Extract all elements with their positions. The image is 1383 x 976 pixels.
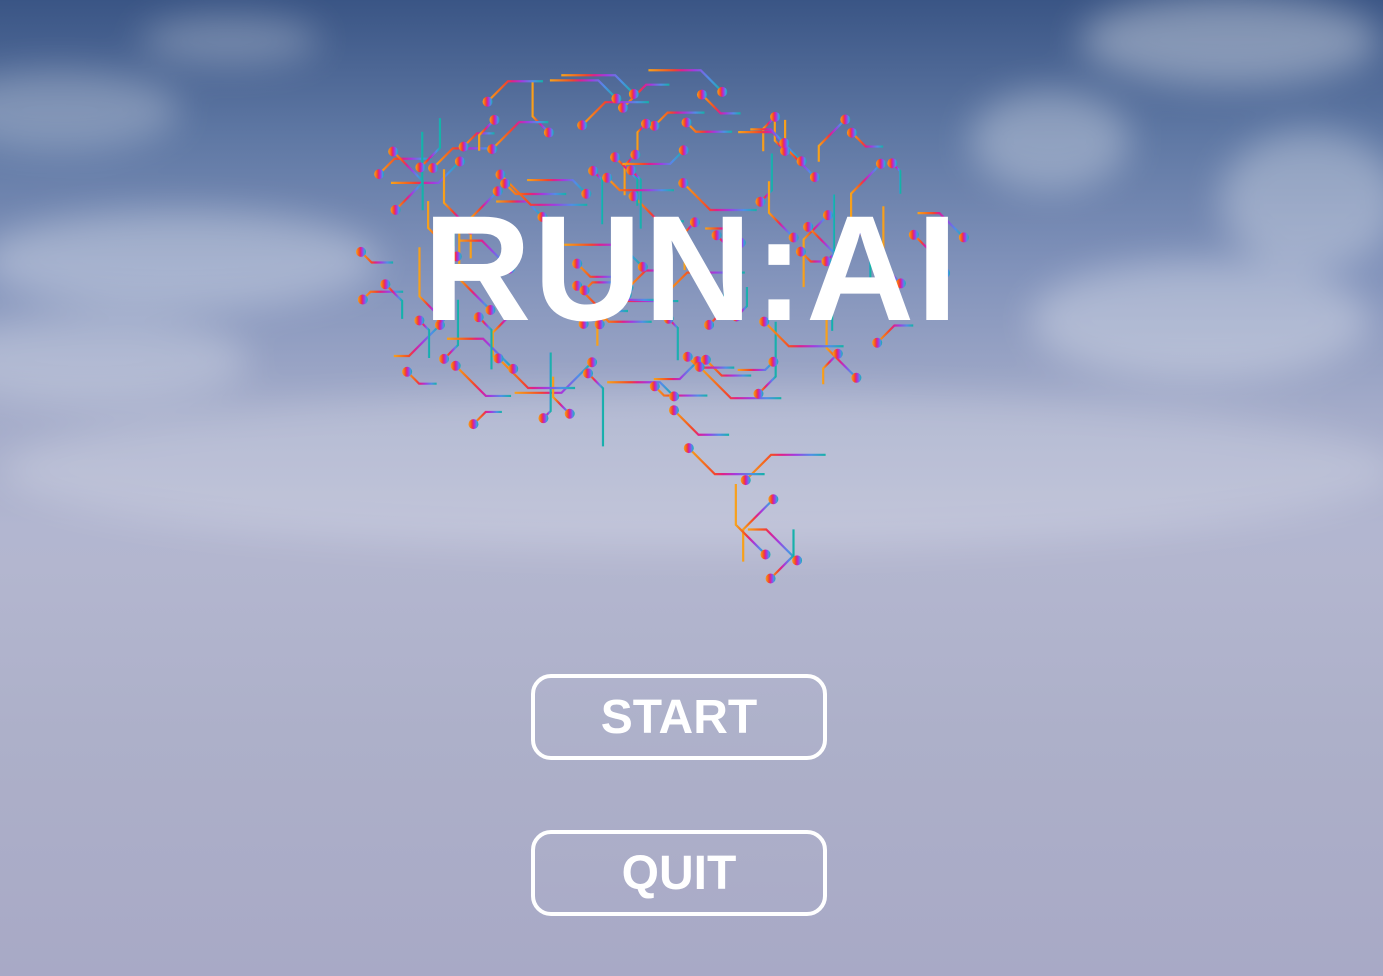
circuit-trace bbox=[549, 79, 618, 100]
circuit-trace bbox=[390, 160, 461, 184]
circuit-trace bbox=[653, 385, 708, 397]
circuit-node bbox=[669, 391, 680, 402]
circuit-node bbox=[402, 366, 413, 377]
circuit-node bbox=[454, 156, 465, 167]
circuit-trace bbox=[685, 121, 733, 133]
circuit-node bbox=[840, 114, 851, 125]
circuit-node bbox=[489, 114, 500, 125]
circuit-trace bbox=[552, 376, 571, 415]
circuit-node bbox=[796, 156, 807, 167]
circuit-trace bbox=[737, 360, 775, 372]
circuit-node bbox=[577, 120, 588, 131]
circuit-node bbox=[696, 89, 707, 100]
circuit-trace bbox=[851, 131, 884, 148]
circuit-node bbox=[626, 165, 637, 176]
circuit-node bbox=[428, 163, 439, 174]
circuit-node bbox=[487, 144, 498, 155]
circuit-trace bbox=[734, 484, 767, 556]
circuit-node bbox=[768, 494, 779, 505]
circuit-node bbox=[851, 372, 862, 383]
circuit-trace bbox=[817, 118, 847, 162]
circuit-node bbox=[678, 145, 689, 156]
circuit-node bbox=[641, 118, 652, 129]
circuit-node bbox=[587, 357, 598, 368]
circuit-node bbox=[415, 162, 426, 173]
circuit-node bbox=[628, 88, 639, 99]
circuit-node bbox=[779, 137, 790, 148]
circuit-trace bbox=[673, 409, 730, 436]
circuit-trace bbox=[648, 69, 724, 93]
circuit-trace bbox=[454, 365, 512, 398]
start-button[interactable]: START bbox=[531, 674, 827, 760]
circuit-node bbox=[611, 93, 622, 104]
circuit-node bbox=[495, 169, 506, 180]
circuit-trace bbox=[542, 352, 552, 419]
circuit-node bbox=[602, 172, 613, 183]
circuit-node bbox=[694, 361, 705, 372]
game-title: RUN:AI bbox=[423, 184, 960, 352]
circuit-node bbox=[875, 158, 886, 169]
circuit-trace bbox=[561, 74, 635, 95]
circuit-node bbox=[765, 573, 776, 584]
circuit-node bbox=[740, 475, 751, 486]
circuit-node bbox=[887, 158, 898, 169]
circuit-trace bbox=[738, 131, 803, 162]
circuit-node bbox=[468, 419, 479, 430]
circuit-node bbox=[450, 360, 461, 371]
circuit-node bbox=[564, 408, 575, 419]
circuit-trace bbox=[687, 447, 765, 476]
circuit-trace bbox=[587, 372, 605, 447]
circuit-node bbox=[768, 356, 779, 367]
circuit-trace bbox=[701, 93, 741, 115]
circuit-node bbox=[374, 169, 385, 180]
circuit-trace bbox=[581, 101, 649, 127]
circuit-node bbox=[388, 146, 399, 157]
circuit-trace bbox=[653, 111, 705, 127]
circuit-node bbox=[508, 363, 519, 374]
circuit-node bbox=[543, 127, 554, 138]
circuit-trace bbox=[486, 80, 543, 103]
circuit-trace bbox=[531, 81, 550, 134]
circuit-node bbox=[493, 353, 504, 364]
circuit-trace bbox=[419, 118, 442, 169]
circuit-node bbox=[649, 381, 660, 392]
circuit-node bbox=[630, 149, 641, 160]
quit-button[interactable]: QUIT bbox=[531, 830, 827, 916]
circuit-trace bbox=[497, 357, 576, 390]
circuit-node bbox=[538, 413, 549, 424]
circuit-node bbox=[682, 351, 693, 362]
circuit-node bbox=[583, 368, 594, 379]
circuit-node bbox=[482, 96, 493, 107]
circuit-node bbox=[760, 549, 771, 560]
circuit-node bbox=[588, 165, 599, 176]
circuit-node bbox=[683, 443, 694, 454]
circuit-trace bbox=[653, 360, 699, 381]
circuit-node bbox=[439, 353, 450, 364]
circuit-node bbox=[846, 127, 857, 138]
circuit-trace bbox=[491, 120, 549, 150]
circuit-node bbox=[649, 120, 660, 131]
circuit-node bbox=[458, 141, 469, 152]
circuit-node bbox=[668, 405, 679, 416]
circuit-node bbox=[792, 555, 803, 566]
circuit-node bbox=[618, 102, 629, 113]
circuit-node bbox=[809, 172, 820, 183]
circuit-trace bbox=[744, 453, 826, 481]
circuit-node bbox=[681, 117, 692, 128]
circuit-node bbox=[753, 388, 764, 399]
circuit-node bbox=[770, 111, 781, 122]
circuit-node bbox=[717, 86, 728, 97]
circuit-node bbox=[610, 152, 621, 163]
